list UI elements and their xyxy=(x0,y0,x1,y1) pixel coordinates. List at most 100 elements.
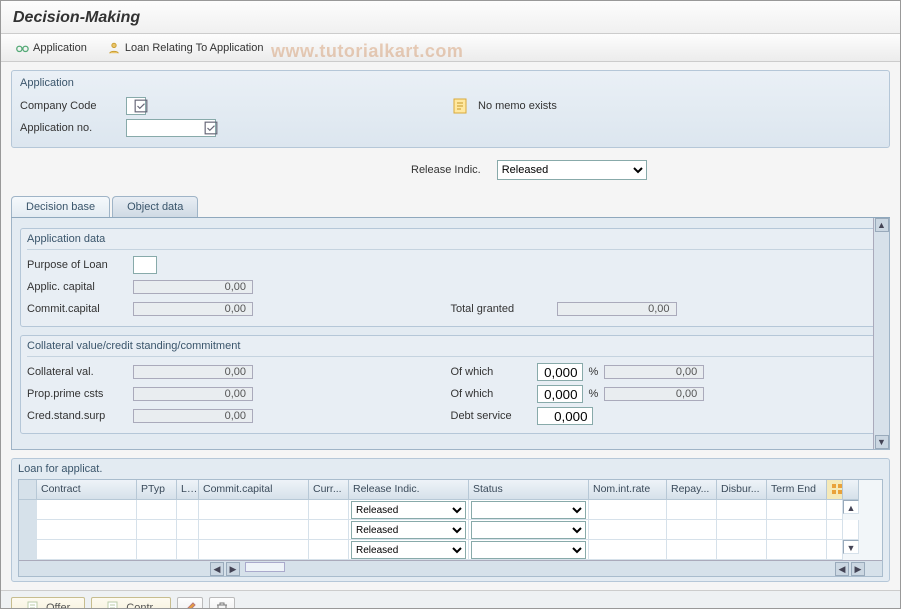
col-ptyp[interactable]: PTyp xyxy=(137,480,177,500)
col-disbur[interactable]: Disbur... xyxy=(717,480,767,500)
loan-relating-button[interactable]: Loan Relating To Application xyxy=(103,39,268,57)
grid-vscroll-header xyxy=(843,480,859,500)
pct-sign-2: % xyxy=(589,388,599,400)
content-area: Application Company Code Application no. xyxy=(1,62,900,590)
memo-text: No memo exists xyxy=(478,100,557,112)
application-data-group: Application data Purpose of Loan Applic.… xyxy=(20,228,881,327)
of-which-1-label: Of which xyxy=(451,366,531,378)
col-contract[interactable]: Contract xyxy=(37,480,137,500)
loan-relating-label: Loan Relating To Application xyxy=(125,42,264,54)
of-which-2-label: Of which xyxy=(451,388,531,400)
search-help-icon-2[interactable] xyxy=(204,121,218,135)
release-row: Release Indic. Released xyxy=(11,156,890,190)
hscroll-right-icon[interactable]: ▶ xyxy=(226,562,240,576)
main-toolbar: Application Loan Relating To Application xyxy=(1,34,900,62)
application-button[interactable]: Application xyxy=(11,39,91,57)
loan-grid: Contract PTyp L... Commit.capital Curr..… xyxy=(18,479,883,577)
tab-object-data[interactable]: Object data xyxy=(112,196,198,217)
table-row[interactable]: Released ▼ xyxy=(19,540,882,560)
col-repay[interactable]: Repay... xyxy=(667,480,717,500)
table-row[interactable]: Released ▲ xyxy=(19,500,882,520)
title-text: Decision-Making xyxy=(13,9,140,26)
row-selector[interactable] xyxy=(19,520,37,540)
purpose-input[interactable] xyxy=(133,256,157,274)
col-nom-int-rate[interactable]: Nom.int.rate xyxy=(589,480,667,500)
col-curr[interactable]: Curr... xyxy=(309,480,349,500)
offer-button[interactable]: Offer xyxy=(11,597,85,609)
scroll-up-icon[interactable]: ▲ xyxy=(875,218,889,232)
row-release-select[interactable]: Released xyxy=(351,521,466,539)
total-granted-label: Total granted xyxy=(451,303,551,315)
application-group-title: Application xyxy=(20,75,881,95)
row-release-select[interactable]: Released xyxy=(351,501,466,519)
row-release-select[interactable]: Released xyxy=(351,541,466,559)
col-term-end[interactable]: Term End xyxy=(767,480,827,500)
memo-indicator: No memo exists xyxy=(452,97,557,115)
table-row[interactable]: Released xyxy=(19,520,882,540)
hscroll-right-2-icon[interactable]: ▶ xyxy=(851,562,865,576)
grid-config-icon[interactable] xyxy=(827,480,843,500)
tab-strip: Decision base Object data xyxy=(11,196,890,218)
loan-title: Loan for applicat. xyxy=(18,461,883,479)
prop-prime-value: 0,00 xyxy=(133,387,253,401)
document-icon xyxy=(106,601,120,609)
grid-scroll-down-icon[interactable]: ▼ xyxy=(843,540,859,554)
col-status[interactable]: Status xyxy=(469,480,589,500)
page-title: Decision-Making xyxy=(1,1,900,34)
application-button-label: Application xyxy=(33,42,87,54)
applic-capital-label: Applic. capital xyxy=(27,281,127,293)
offer-label: Offer xyxy=(46,602,70,609)
application-data-title: Application data xyxy=(27,231,874,250)
bottom-toolbar: Offer Contr. xyxy=(1,590,900,609)
grid-header: Contract PTyp L... Commit.capital Curr..… xyxy=(19,480,882,500)
of-which-1-pct[interactable] xyxy=(537,363,583,381)
memo-icon xyxy=(452,97,470,115)
debt-service-value[interactable] xyxy=(537,407,593,425)
row-selector[interactable] xyxy=(19,540,37,560)
edit-button[interactable] xyxy=(177,597,203,609)
commit-capital-label: Commit.capital xyxy=(27,303,127,315)
collateral-val-label: Collateral val. xyxy=(27,366,127,378)
person-icon xyxy=(107,41,121,55)
hscroll-left-2-icon[interactable]: ◀ xyxy=(835,562,849,576)
col-commit-capital[interactable]: Commit.capital xyxy=(199,480,309,500)
search-help-icon[interactable] xyxy=(134,99,148,113)
hscroll-left-icon[interactable]: ◀ xyxy=(210,562,224,576)
loan-for-applicat-group: Loan for applicat. Contract PTyp L... Co… xyxy=(11,458,890,582)
app-window: Decision-Making Application Loan Relatin… xyxy=(0,0,901,609)
tab-body: Application data Purpose of Loan Applic.… xyxy=(11,218,890,450)
row-selector-header xyxy=(19,480,37,500)
scroll-down-icon[interactable]: ▼ xyxy=(875,435,889,449)
tab-decision-base[interactable]: Decision base xyxy=(11,196,110,217)
of-which-2-pct[interactable] xyxy=(537,385,583,403)
delete-button[interactable] xyxy=(209,597,235,609)
row-status-select[interactable] xyxy=(471,501,586,519)
grid-hscroll[interactable]: ◀ ▶ ◀ ▶ xyxy=(19,560,882,576)
cred-stand-label: Cred.stand.surp xyxy=(27,410,127,422)
col-release-indic[interactable]: Release Indic. xyxy=(349,480,469,500)
total-granted-value: 0,00 xyxy=(557,302,677,316)
debt-service-label: Debt service xyxy=(451,410,531,422)
company-code-label: Company Code xyxy=(20,100,120,112)
row-selector[interactable] xyxy=(19,500,37,520)
application-group: Application Company Code Application no. xyxy=(11,70,890,148)
trash-icon xyxy=(215,601,229,609)
grid-scroll-up-icon[interactable]: ▲ xyxy=(843,500,859,514)
cred-stand-value: 0,00 xyxy=(133,409,253,423)
collateral-val-value: 0,00 xyxy=(133,365,253,379)
hscroll-track-left[interactable] xyxy=(245,562,285,572)
tab-scrollbar[interactable]: ▲ ▼ xyxy=(873,218,889,449)
row-status-select[interactable] xyxy=(471,541,586,559)
document-icon xyxy=(26,601,40,609)
application-no-input[interactable] xyxy=(126,119,216,137)
of-which-2-val: 0,00 xyxy=(604,387,704,401)
applic-capital-value: 0,00 xyxy=(133,280,253,294)
release-indic-select[interactable]: Released xyxy=(497,160,647,180)
col-l[interactable]: L... xyxy=(177,480,199,500)
collateral-title: Collateral value/credit standing/commitm… xyxy=(27,338,874,357)
row-status-select[interactable] xyxy=(471,521,586,539)
contr-button[interactable]: Contr. xyxy=(91,597,170,609)
application-no-label: Application no. xyxy=(20,122,120,134)
collateral-group: Collateral value/credit standing/commitm… xyxy=(20,335,881,434)
pencil-icon xyxy=(183,601,197,609)
